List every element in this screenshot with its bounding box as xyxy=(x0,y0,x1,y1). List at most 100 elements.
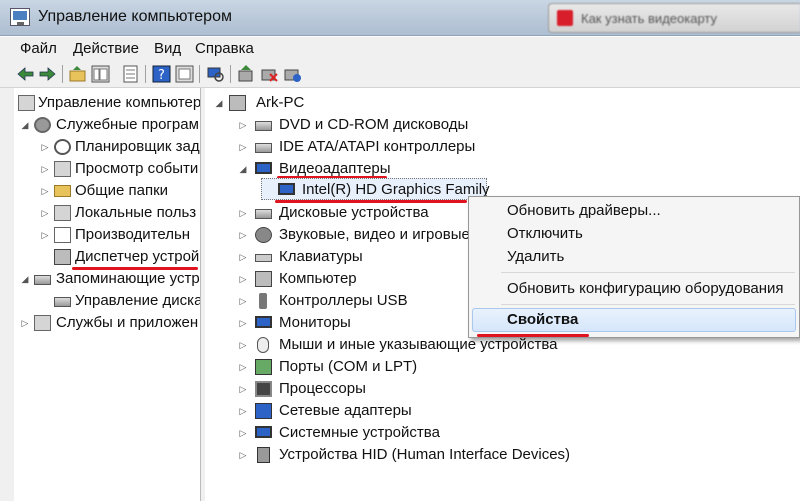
forward-arrow-icon[interactable] xyxy=(38,65,57,83)
collapsed-arrow-icon[interactable]: ▷ xyxy=(39,158,51,180)
up-folder-icon[interactable] xyxy=(68,65,87,83)
navigation-tree: Управление компьютер ◢ Служебные програм… xyxy=(14,88,201,501)
device-manager-icon xyxy=(54,249,71,265)
expanded-arrow-icon[interactable]: ◢ xyxy=(213,92,225,114)
toolbar-separator xyxy=(230,65,231,83)
svg-text:?: ? xyxy=(158,68,165,83)
collapsed-arrow-icon[interactable]: ▷ xyxy=(237,312,249,334)
title-bar[interactable]: Управление компьютером Как узнать видеок… xyxy=(0,0,800,36)
collapsed-arrow-icon[interactable]: ▷ xyxy=(237,202,249,224)
tree-item-system-tools[interactable]: ◢ Служебные програм xyxy=(14,114,200,136)
hid-icon xyxy=(257,447,270,463)
disk-drive-icon xyxy=(255,209,272,219)
context-update-driver[interactable]: Обновить драйверы... xyxy=(507,202,661,219)
collapsed-arrow-icon[interactable]: ▷ xyxy=(237,334,249,356)
menu-help[interactable]: Справка xyxy=(195,40,254,57)
processor-icon xyxy=(255,381,272,397)
uninstall-device-icon[interactable] xyxy=(283,65,302,83)
properties-icon[interactable] xyxy=(121,65,140,83)
collapsed-arrow-icon[interactable]: ▷ xyxy=(237,268,249,290)
collapsed-arrow-icon[interactable]: ▷ xyxy=(237,246,249,268)
services-icon xyxy=(34,315,51,331)
performance-icon xyxy=(54,227,71,243)
tree-item-event-viewer[interactable]: ▷ Просмотр событи xyxy=(14,158,200,180)
network-adapter-icon xyxy=(255,403,272,419)
collapsed-arrow-icon[interactable]: ▷ xyxy=(237,400,249,422)
show-hide-icon[interactable] xyxy=(175,65,194,83)
collapsed-arrow-icon[interactable]: ▷ xyxy=(237,114,249,136)
collapsed-arrow-icon[interactable]: ▷ xyxy=(237,378,249,400)
display-adapter-icon xyxy=(278,183,295,195)
usb-icon xyxy=(259,293,267,309)
tree-item-device-manager[interactable]: Диспетчер устрой xyxy=(14,246,200,268)
browser-tab-icon xyxy=(557,10,573,26)
users-icon xyxy=(54,205,71,221)
toolbar-separator xyxy=(145,65,146,83)
tools-icon xyxy=(34,117,51,133)
collapsed-arrow-icon[interactable]: ▷ xyxy=(237,444,249,466)
context-properties[interactable]: Свойства xyxy=(507,311,578,328)
scan-hardware-icon[interactable] xyxy=(206,65,225,83)
expanded-arrow-icon[interactable]: ◢ xyxy=(19,268,31,290)
tree-item-performance[interactable]: ▷ Производительн xyxy=(14,224,200,246)
toolbar-separator xyxy=(199,65,200,83)
collapsed-arrow-icon[interactable]: ▷ xyxy=(39,202,51,224)
window-title: Управление компьютером xyxy=(38,8,232,25)
collapsed-arrow-icon[interactable]: ▷ xyxy=(237,422,249,444)
toolbar: ? xyxy=(0,61,800,88)
tree-item-storage[interactable]: ◢ Запоминающие устр xyxy=(14,268,200,290)
ide-controller-icon xyxy=(255,143,272,153)
menu-separator xyxy=(501,304,795,305)
collapsed-arrow-icon[interactable]: ▷ xyxy=(237,136,249,158)
collapsed-arrow-icon[interactable]: ▷ xyxy=(39,224,51,246)
expanded-arrow-icon[interactable]: ◢ xyxy=(19,114,31,136)
window-frame xyxy=(0,88,14,501)
update-driver-icon[interactable] xyxy=(237,65,256,83)
toolbar-separator xyxy=(62,65,63,83)
system-device-icon xyxy=(255,426,272,438)
device-intel-hd-graphics[interactable]: Intel(R) HD Graphics Family xyxy=(261,178,490,200)
back-arrow-icon[interactable] xyxy=(16,65,35,83)
computer-icon xyxy=(255,271,272,287)
menu-action[interactable]: Действие xyxy=(73,40,139,57)
mouse-icon xyxy=(257,337,269,353)
menu-file[interactable]: Файл xyxy=(20,40,57,57)
show-tree-icon[interactable] xyxy=(91,65,110,83)
menu-view[interactable]: Вид xyxy=(154,40,181,57)
annotation-underline xyxy=(477,334,589,337)
tree-item-services[interactable]: ▷ Службы и приложен xyxy=(14,312,200,334)
collapsed-arrow-icon[interactable]: ▷ xyxy=(237,224,249,246)
context-uninstall[interactable]: Удалить xyxy=(507,248,564,265)
display-adapter-icon xyxy=(255,162,272,174)
menu-separator xyxy=(501,272,795,273)
context-scan-hardware[interactable]: Обновить конфигурацию оборудования xyxy=(507,280,784,297)
tree-item-computer-management[interactable]: Управление компьютер xyxy=(14,92,200,114)
tree-item-task-scheduler[interactable]: ▷ Планировщик зад xyxy=(14,136,200,158)
port-icon xyxy=(255,359,272,375)
sound-icon xyxy=(255,227,272,243)
clock-icon xyxy=(54,139,71,155)
expanded-arrow-icon[interactable]: ◢ xyxy=(237,158,249,180)
computer-icon xyxy=(229,95,246,111)
menu-bar: Файл Действие Вид Справка xyxy=(0,37,800,61)
disable-device-icon[interactable] xyxy=(260,65,279,83)
collapsed-arrow-icon[interactable]: ▷ xyxy=(237,356,249,378)
monitor-icon xyxy=(255,316,272,328)
background-tab-title: Как узнать видеокарту xyxy=(581,11,717,26)
help-icon[interactable]: ? xyxy=(152,65,171,83)
context-disable[interactable]: Отключить xyxy=(507,225,583,242)
collapsed-arrow-icon[interactable]: ▷ xyxy=(39,136,51,158)
tree-item-local-users[interactable]: ▷ Локальные польз xyxy=(14,202,200,224)
tree-item-disk-management[interactable]: Управление диска xyxy=(14,290,200,312)
context-menu: Обновить драйверы... Отключить Удалить О… xyxy=(468,196,800,338)
collapsed-arrow-icon[interactable]: ▷ xyxy=(237,290,249,312)
background-browser-tab[interactable]: Как узнать видеокарту xyxy=(548,3,800,33)
disk-management-icon xyxy=(54,297,71,307)
collapsed-arrow-icon[interactable]: ▷ xyxy=(19,312,31,334)
event-viewer-icon xyxy=(54,161,71,177)
computer-management-icon xyxy=(10,8,30,26)
tree-item-shared-folders[interactable]: ▷ Общие папки xyxy=(14,180,200,202)
collapsed-arrow-icon[interactable]: ▷ xyxy=(39,180,51,202)
storage-icon xyxy=(34,275,51,285)
computer-management-icon xyxy=(18,95,35,111)
